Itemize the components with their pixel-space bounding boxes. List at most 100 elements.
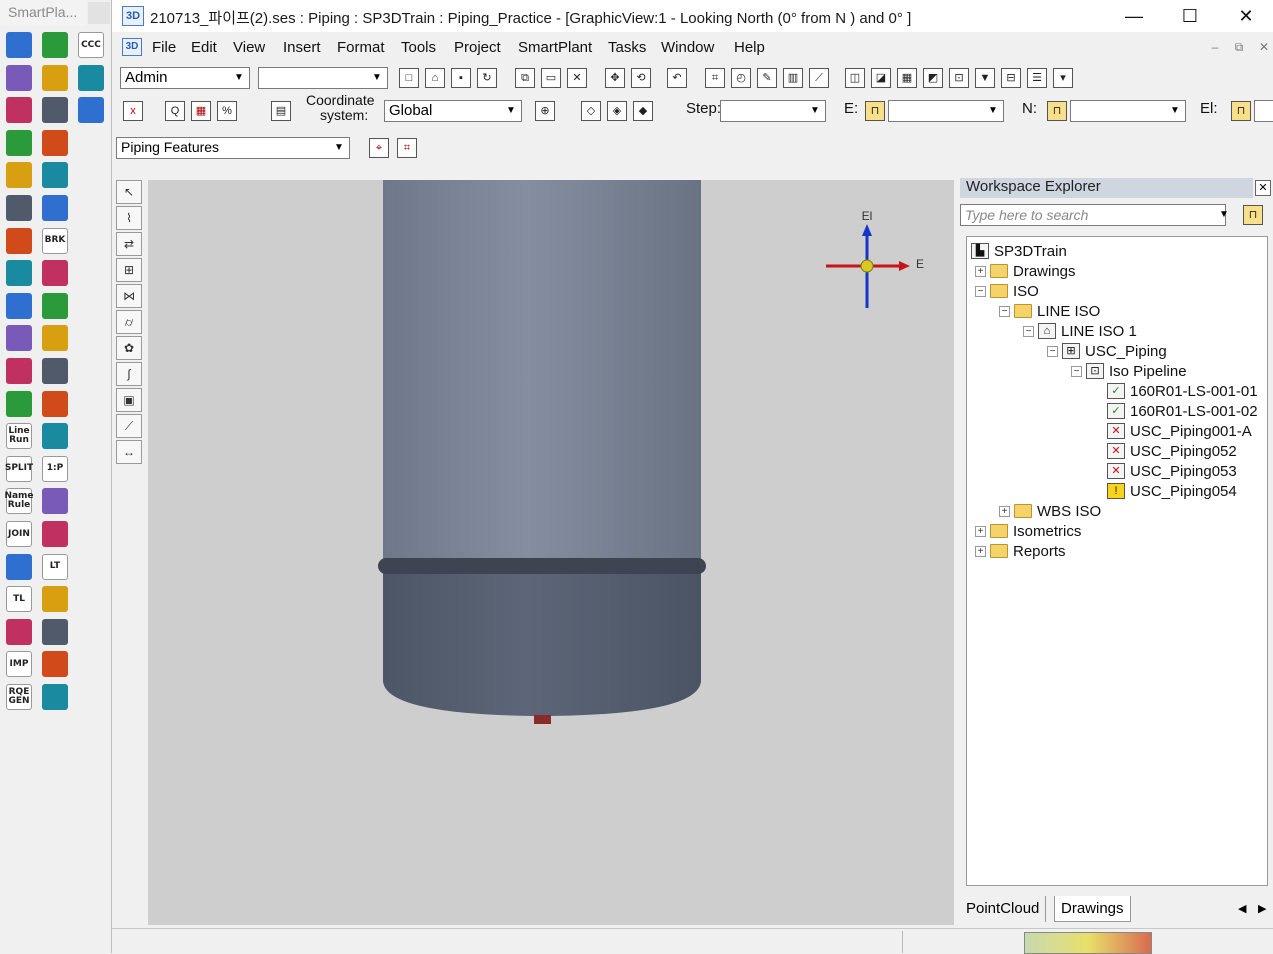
mdi-minimize-button[interactable]: – <box>1206 40 1224 56</box>
move-button[interactable]: ✥ <box>602 65 628 91</box>
fit-button[interactable]: ⊟ <box>998 65 1024 91</box>
paste-button[interactable]: ▭ <box>538 65 564 91</box>
layer-button[interactable]: ☰ <box>1024 65 1050 91</box>
menu-edit[interactable]: Edit <box>191 39 217 56</box>
delete-optional-button[interactable]: x <box>120 98 146 124</box>
place-valve-button[interactable] <box>4 63 34 93</box>
rqe-gen-button[interactable]: RQE GEN <box>4 682 34 712</box>
collapse-icon[interactable]: − <box>975 285 986 297</box>
rotate-button[interactable]: ⟲ <box>628 65 654 91</box>
expand-icon[interactable]: + <box>975 525 986 537</box>
view-plan-button[interactable]: ▦ <box>894 65 920 91</box>
minimize-button[interactable]: — <box>1106 0 1162 32</box>
route-button[interactable]: ⌇ <box>116 206 142 230</box>
tank-button[interactable] <box>40 421 70 451</box>
tree-item[interactable]: − ISO <box>975 281 1039 301</box>
filter-button[interactable] <box>40 160 70 190</box>
lock-button[interactable] <box>4 552 34 582</box>
connect-button[interactable]: ⋈ <box>116 284 142 308</box>
pipe-run-button[interactable] <box>4 226 34 256</box>
bend-button[interactable]: ∫ <box>116 362 142 386</box>
spool-button[interactable] <box>4 193 34 223</box>
expand-icon[interactable]: + <box>999 505 1010 517</box>
plane-xy-button[interactable]: ◇ <box>578 98 604 124</box>
report-button[interactable] <box>4 291 34 321</box>
coordinate-tool-button[interactable]: ⊕ <box>532 98 558 124</box>
tree-item[interactable]: + Isometrics <box>975 521 1081 541</box>
tree-item[interactable]: ✕ USC_Piping052 <box>1107 441 1237 461</box>
panel-button[interactable] <box>4 617 34 647</box>
place-tap-button[interactable] <box>4 95 34 125</box>
tree-item[interactable]: ! USC_Piping054 <box>1107 481 1237 501</box>
save-button[interactable]: ▪ <box>448 65 474 91</box>
delete-button[interactable]: ✕ <box>564 65 590 91</box>
tree-item[interactable]: + Drawings <box>975 261 1076 281</box>
chevron-down-icon[interactable]: ▼ <box>1216 206 1232 224</box>
tree-item[interactable]: − ⊡ Iso Pipeline <box>1071 361 1187 381</box>
el-lock-button[interactable]: ⊓ <box>1228 98 1254 124</box>
expand-icon[interactable]: + <box>975 265 986 277</box>
feature-tool-2-button[interactable]: ⌗ <box>394 135 420 161</box>
grid-button[interactable]: ⌗ <box>702 65 728 91</box>
brk-button[interactable]: BRK <box>40 226 70 256</box>
tree-item[interactable]: ▙ SP3DTrain <box>971 241 1067 261</box>
tree-item[interactable]: ✓ 160R01-LS-001-01 <box>1107 381 1258 401</box>
insert-component-button[interactable] <box>40 30 70 60</box>
select-arrow-button[interactable]: ↖ <box>116 180 142 204</box>
tape-button[interactable] <box>40 617 70 647</box>
properties-button[interactable]: ▤ <box>268 98 294 124</box>
tree-item[interactable]: + Reports <box>975 541 1066 561</box>
lt-button[interactable]: LT <box>40 552 70 582</box>
zoom-tool-button[interactable]: Q <box>162 98 188 124</box>
filter-view-button[interactable]: ▼ <box>972 65 998 91</box>
tree-button[interactable] <box>40 649 70 679</box>
join-button[interactable]: JOIN <box>4 519 34 549</box>
filter-pipe-button[interactable] <box>4 323 34 353</box>
place-joint-button[interactable] <box>4 128 34 158</box>
component-button[interactable]: ✿ <box>116 336 142 360</box>
slope-button[interactable]: ⟋ <box>116 414 142 438</box>
tab-scroll-left-icon[interactable]: ◀ <box>1238 902 1246 915</box>
cylinder-button[interactable]: ⌭ <box>116 310 142 334</box>
import-button[interactable]: IMP <box>4 649 34 679</box>
select-button[interactable] <box>40 258 70 288</box>
view-side-button[interactable]: ◩ <box>920 65 946 91</box>
collapse-icon[interactable]: − <box>999 305 1010 317</box>
expand-icon[interactable]: + <box>975 545 986 557</box>
brush-button[interactable] <box>40 486 70 516</box>
tab-scroll-right-icon[interactable]: ▶ <box>1258 902 1266 915</box>
t-bend-button[interactable]: TL <box>4 584 34 614</box>
mdi-restore-button[interactable]: ⧉ <box>1230 40 1248 56</box>
copy-button[interactable]: ⧉ <box>512 65 538 91</box>
user-combo[interactable]: Admin ▼ <box>120 67 250 89</box>
step-combo[interactable]: ▼ <box>720 100 826 122</box>
tree-item[interactable]: ✕ USC_Piping001-A <box>1107 421 1252 441</box>
elbow-button[interactable] <box>40 682 70 712</box>
line-spec-button[interactable] <box>4 356 34 386</box>
menu-tools[interactable]: Tools <box>401 39 436 56</box>
explorer-lock-button[interactable]: ⊓ <box>1240 202 1266 228</box>
pump-button[interactable] <box>40 323 70 353</box>
frame-button[interactable]: ▣ <box>116 388 142 412</box>
percent-button[interactable]: % <box>214 98 240 124</box>
ccc-button[interactable]: CCC <box>76 30 106 60</box>
more-button[interactable]: ▾ <box>1050 65 1076 91</box>
graphic-view[interactable]: El E <box>148 180 954 925</box>
place-support-button[interactable] <box>40 95 70 125</box>
edit-tool-button[interactable]: ✎ <box>754 65 780 91</box>
run-list-button[interactable]: Line Run <box>4 421 34 451</box>
measure-button[interactable]: ↔ <box>116 440 142 464</box>
name-rule-button[interactable]: Name Rule <box>4 486 34 516</box>
list-button[interactable] <box>76 95 106 125</box>
explorer-close-button[interactable]: ✕ <box>1255 180 1271 196</box>
el-coordinate-combo[interactable] <box>1254 100 1273 122</box>
maximize-button[interactable]: ☐ <box>1162 0 1218 32</box>
place-instrument-button[interactable] <box>40 63 70 93</box>
collapse-icon[interactable]: − <box>1071 365 1082 377</box>
refresh-button[interactable]: ↻ <box>474 65 500 91</box>
move-button[interactable] <box>40 291 70 321</box>
explorer-search-input[interactable]: Type here to search <box>960 204 1226 226</box>
filter-combo[interactable]: ▼ <box>258 67 388 89</box>
open-button[interactable]: ⌂ <box>422 65 448 91</box>
close-button[interactable]: ✕ <box>1218 0 1273 32</box>
